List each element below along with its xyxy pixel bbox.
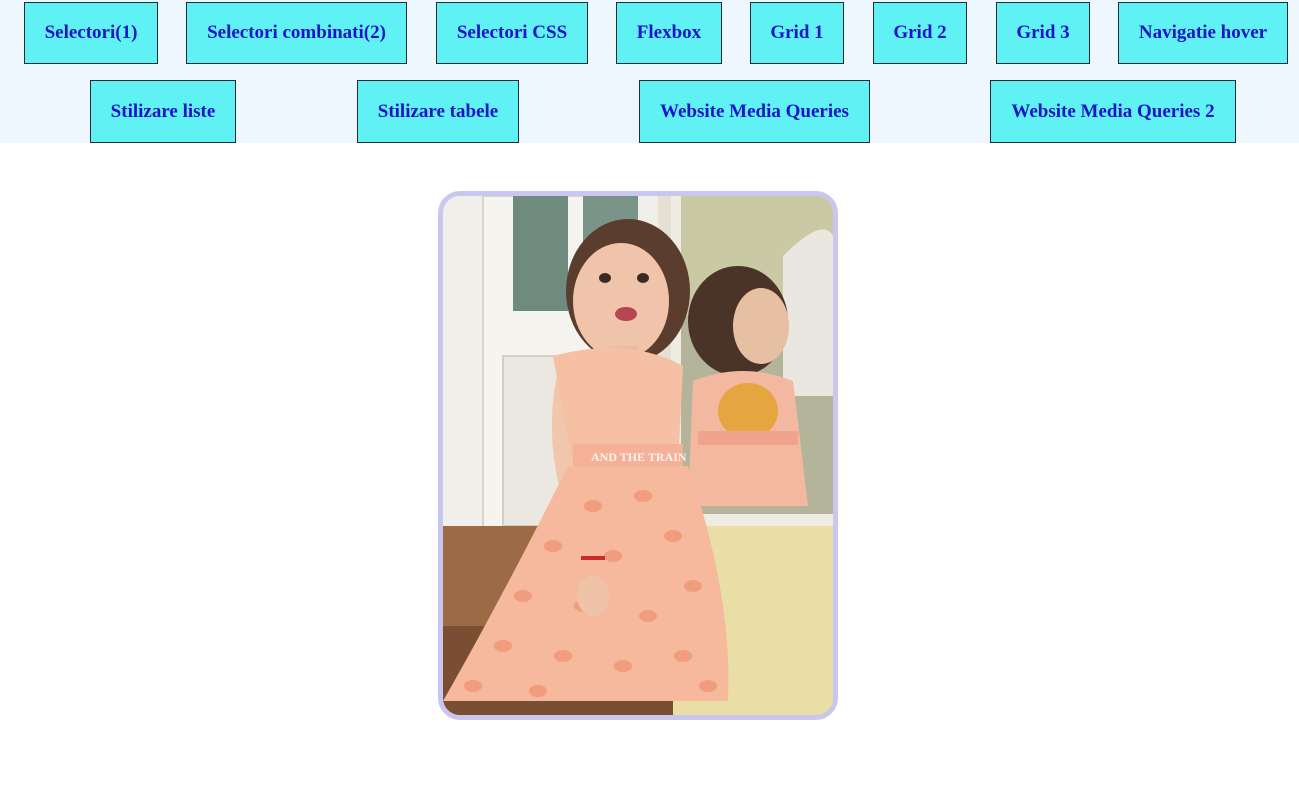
nav-button-grid-3[interactable]: Grid 3: [996, 2, 1090, 64]
nav-button-selectori-combinati-2[interactable]: Selectori combinati(2): [186, 2, 407, 64]
dress-print-text: AND THE TRAIN: [591, 450, 687, 464]
nav-button-website-media-queries-2[interactable]: Website Media Queries 2: [990, 80, 1236, 143]
nav-button-selectori-css[interactable]: Selectori CSS: [436, 2, 588, 64]
nav-button-stilizare-liste[interactable]: Stilizare liste: [90, 80, 236, 143]
nav-button-website-media-queries[interactable]: Website Media Queries: [639, 80, 870, 143]
nav-button-grid-1[interactable]: Grid 1: [750, 2, 844, 64]
nav-button-selectori-1[interactable]: Selectori(1): [24, 2, 158, 64]
nav-button-flexbox[interactable]: Flexbox: [616, 2, 722, 64]
nav-button-stilizare-tabele[interactable]: Stilizare tabele: [357, 80, 519, 143]
photo-frame: AND THE TRAIN: [438, 191, 838, 720]
navigation-bar: Selectori(1) Selectori combinati(2) Sele…: [0, 0, 1299, 143]
nav-button-grid-2[interactable]: Grid 2: [873, 2, 967, 64]
child-photo: AND THE TRAIN: [443, 196, 833, 715]
nav-button-navigatie-hover[interactable]: Navigatie hover: [1118, 2, 1288, 64]
